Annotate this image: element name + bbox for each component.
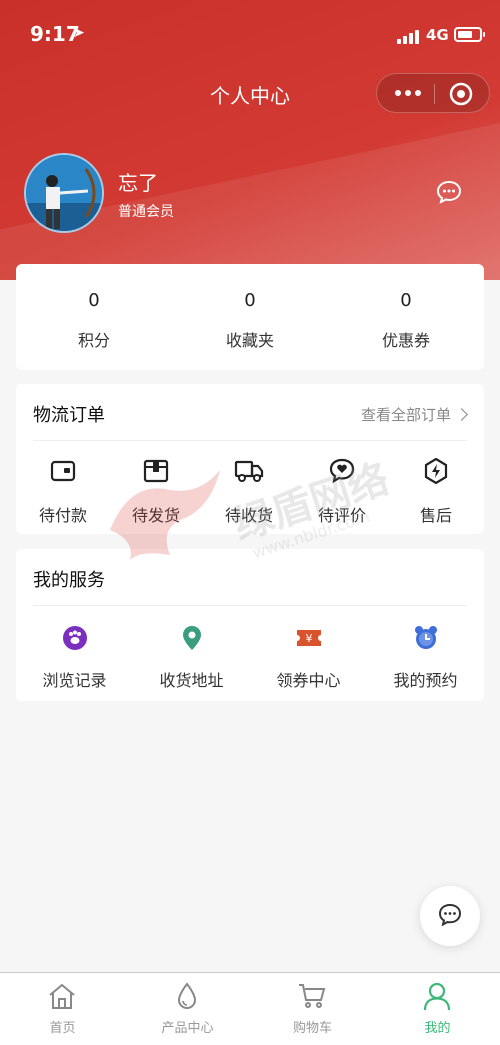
order-item-label: 售后	[419, 506, 452, 525]
stat-label: 优惠券	[381, 331, 430, 350]
tab-label: 购物车	[292, 1021, 332, 1036]
user-icon	[423, 982, 451, 1010]
stats-card: 0 积分 0 收藏夹 0 优惠券	[16, 264, 484, 370]
wallet-icon	[50, 460, 76, 482]
stat-coupons[interactable]: 0 优惠券	[328, 264, 484, 370]
service-browse-history[interactable]: 浏览记录	[16, 625, 133, 695]
view-all-orders-label: 查看全部订单	[360, 406, 451, 424]
order-pending-review[interactable]: 待评价	[297, 458, 387, 528]
tab-home[interactable]: 首页	[0, 973, 125, 1045]
avatar[interactable]	[24, 153, 104, 233]
lightning-shield-icon	[424, 458, 448, 484]
customer-service-button[interactable]	[420, 886, 480, 946]
alarm-clock-icon	[414, 626, 437, 649]
stat-label: 收藏夹	[225, 331, 274, 350]
order-item-label: 待付款	[38, 506, 87, 525]
view-all-orders-link[interactable]: 查看全部订单	[360, 404, 468, 425]
service-coupon-center[interactable]: ¥ 领券中心	[250, 625, 367, 695]
divider	[33, 605, 467, 606]
member-level: 普通会员	[118, 204, 174, 220]
network-type: 4G	[426, 26, 449, 44]
tab-products[interactable]: 产品中心	[125, 973, 250, 1045]
tab-label: 产品中心	[161, 1021, 214, 1036]
service-address[interactable]: 收货地址	[133, 625, 250, 695]
truck-icon	[234, 460, 264, 482]
order-pending-shipment[interactable]: 待发货	[111, 458, 201, 528]
package-icon	[143, 459, 169, 483]
orders-title: 物流订单	[33, 405, 105, 426]
status-bar: 9:17 ➤ 4G	[0, 22, 500, 52]
services-title: 我的服务	[33, 570, 105, 591]
stat-points[interactable]: 0 积分	[16, 264, 172, 370]
stat-favorites[interactable]: 0 收藏夹	[172, 264, 328, 370]
chat-icon	[438, 904, 462, 926]
stat-label: 积分	[77, 331, 110, 350]
svg-text:¥: ¥	[305, 632, 312, 645]
divider	[33, 440, 467, 441]
coupon-icon: ¥	[296, 630, 321, 646]
battery-icon	[454, 27, 485, 42]
stat-value: 0	[400, 290, 412, 311]
order-item-label: 待评价	[317, 506, 366, 525]
heart-chat-icon	[329, 458, 355, 484]
miniapp-capsule	[376, 73, 490, 113]
user-name: 忘了	[118, 171, 158, 195]
order-pending-receipt[interactable]: 待收货	[204, 458, 294, 528]
tab-me[interactable]: 我的	[375, 973, 500, 1045]
location-pin-icon	[182, 626, 201, 650]
tab-label: 我的	[424, 1021, 451, 1036]
location-arrow-icon: ➤	[73, 25, 85, 41]
order-item-label: 待收货	[224, 506, 273, 525]
order-pending-payment[interactable]: 待付款	[18, 458, 108, 528]
more-icon[interactable]	[391, 82, 431, 104]
order-item-label: 待发货	[131, 506, 180, 525]
orders-card: 物流订单 查看全部订单 待付款 待发货 待收货 待评价 售后	[16, 384, 484, 534]
paw-icon	[62, 626, 87, 650]
service-label: 领券中心	[276, 671, 341, 690]
chevron-right-icon	[455, 408, 468, 421]
home-icon	[49, 983, 75, 1009]
service-appointments[interactable]: 我的预约	[367, 625, 484, 695]
drop-icon	[177, 982, 197, 1009]
service-label: 我的预约	[393, 671, 458, 690]
close-miniapp-icon[interactable]	[449, 82, 473, 106]
capsule-divider	[434, 84, 435, 104]
order-after-sales[interactable]: 售后	[391, 458, 481, 528]
message-icon[interactable]	[436, 180, 462, 204]
cart-icon	[299, 984, 326, 1008]
tab-cart[interactable]: 购物车	[250, 973, 375, 1045]
signal-icon	[397, 28, 421, 44]
service-label: 浏览记录	[42, 671, 107, 690]
stat-value: 0	[88, 290, 100, 311]
stat-value: 0	[244, 290, 256, 311]
tab-bar: 首页 产品中心 购物车 我的	[0, 972, 500, 1045]
services-card: 我的服务 浏览记录 收货地址 ¥ 领券中心 我的预约	[16, 549, 484, 701]
tab-label: 首页	[49, 1021, 76, 1036]
service-label: 收货地址	[159, 671, 224, 690]
